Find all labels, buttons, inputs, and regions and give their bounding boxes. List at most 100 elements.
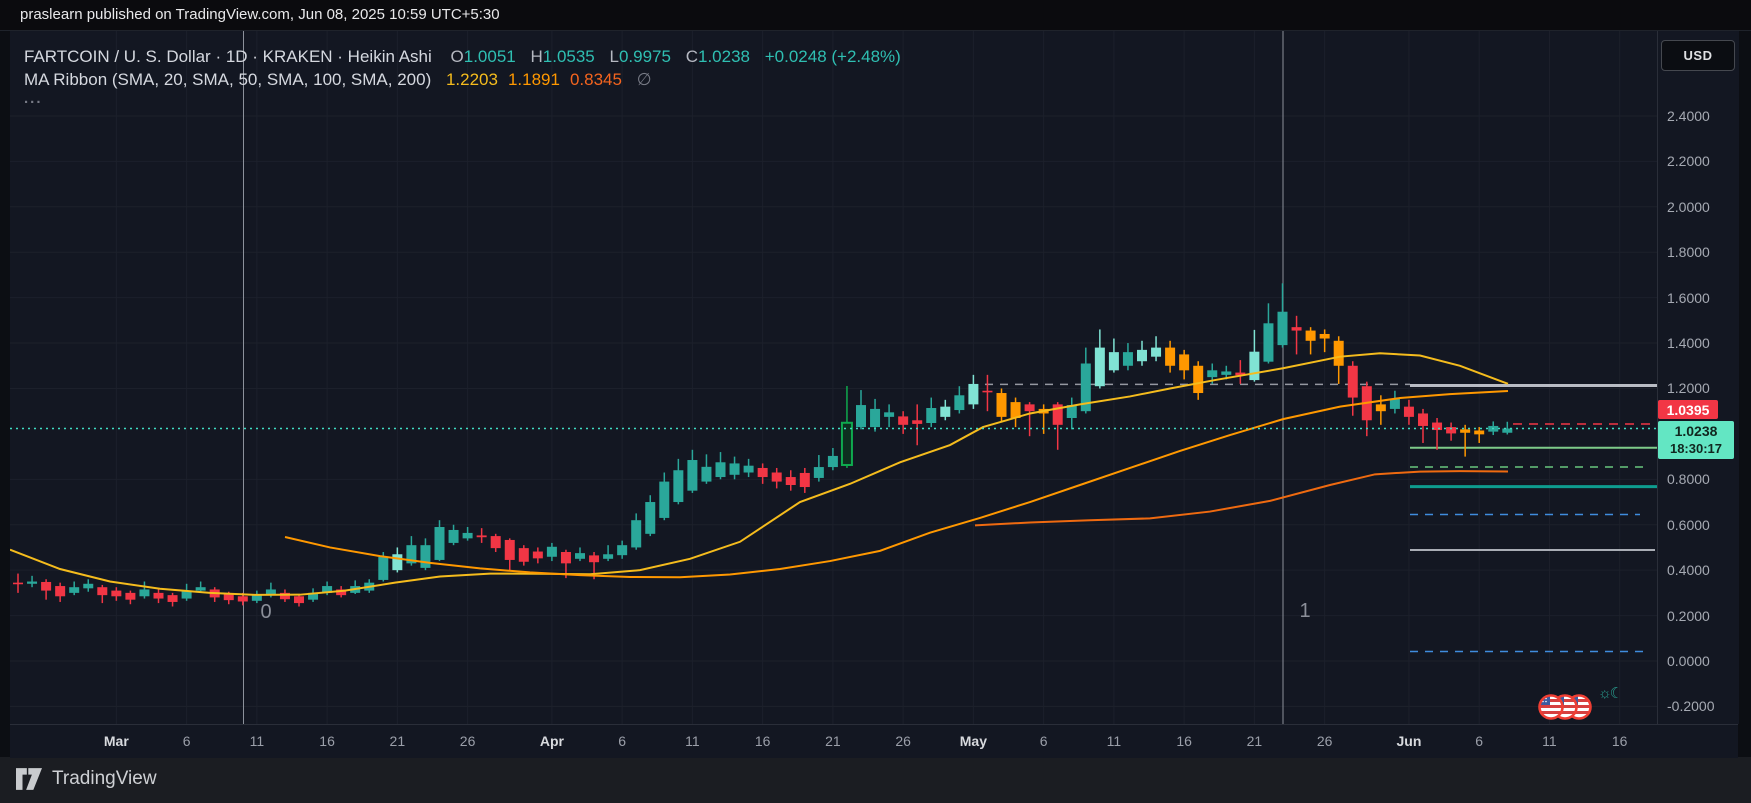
candle-body (814, 467, 824, 478)
candle-body (519, 548, 529, 562)
time-tick-6: 6 (183, 733, 191, 749)
candle-body (196, 587, 206, 590)
candle-body (1151, 348, 1161, 357)
candle-body (435, 527, 445, 560)
current-price-value: 1.0238 (1675, 422, 1718, 440)
candle-body (940, 407, 950, 417)
time-tick-16: 16 (1612, 733, 1628, 749)
alert-price-label[interactable]: 1.0395 (1658, 400, 1718, 419)
ohlc-high-label: H (530, 47, 542, 66)
time-axis[interactable]: Mar611162126Apr611162126May611162126Jun6… (10, 724, 1738, 758)
time-tick-21: 21 (825, 733, 841, 749)
candle-body (954, 395, 964, 410)
candle-body (968, 384, 978, 404)
candle-body (1165, 348, 1175, 366)
ohlc-high-value: 1.0535 (543, 47, 595, 66)
time-tick-16: 16 (1176, 733, 1192, 749)
candle-body (997, 393, 1007, 417)
candle-body (744, 466, 754, 473)
candle-body (575, 553, 585, 559)
time-tick-Jun: Jun (1396, 733, 1421, 749)
ma-ribbon-legend-row[interactable]: MA Ribbon (SMA, 20, SMA, 50, SMA, 100, S… (24, 70, 652, 90)
candle-body (505, 540, 515, 560)
candle-body (1334, 341, 1344, 366)
ma-ribbon-values: 1.22031.18910.8345 (436, 70, 622, 89)
candle-body (111, 591, 121, 597)
candle-body (463, 533, 473, 538)
candle-body (772, 473, 782, 482)
ohlc-low-value: 0.9975 (619, 47, 671, 66)
price-axis[interactable]: 2.40002.20002.00001.80001.60001.40001.20… (1657, 31, 1739, 724)
ohlc-change: +0.0248 (+2.48%) (765, 47, 901, 66)
ma-ribbon-value: 1.1891 (508, 70, 560, 89)
candle-body (547, 547, 557, 557)
candle-body (224, 594, 234, 600)
candle-body (1418, 413, 1428, 425)
candle-body (617, 545, 627, 555)
candle-body (786, 477, 796, 485)
ma-ribbon-label[interactable]: MA Ribbon (SMA, 20, SMA, 50, SMA, 100, S… (24, 70, 431, 89)
candle-body (139, 589, 149, 596)
tradingview-published-chart: praslearn published on TradingView.com, … (0, 0, 1751, 803)
candle-body (449, 530, 459, 543)
session-sun-moon-icon: ☼☾ (1598, 684, 1621, 702)
price-tick-0.0000: 0.0000 (1667, 653, 1710, 669)
symbol-title[interactable]: FARTCOIN / U. S. Dollar · 1D · KRAKEN · … (24, 47, 432, 66)
candle-body (758, 468, 768, 477)
time-tick-May: May (960, 733, 987, 749)
time-tick-26: 26 (460, 733, 476, 749)
candle-body (1404, 407, 1414, 417)
time-tick-16: 16 (319, 733, 335, 749)
ohlc-close-value: 1.0238 (698, 47, 750, 66)
candle-body (912, 420, 922, 424)
candle-body (1292, 327, 1302, 330)
fib-time-label-0[interactable]: 0 (260, 601, 271, 624)
candle-body (55, 586, 65, 596)
time-tick-6: 6 (1040, 733, 1048, 749)
candle-body (716, 462, 726, 477)
chart-canvas[interactable] (0, 0, 1751, 803)
candle-body (1095, 348, 1105, 387)
time-tick-11: 11 (1107, 733, 1122, 749)
fib-time-label-1[interactable]: 1 (1299, 600, 1310, 623)
currency-unit-label: USD (1684, 48, 1713, 63)
candle-body (154, 593, 164, 599)
candle-body (125, 593, 135, 600)
candle-body (168, 595, 178, 602)
ma-ribbon-value: 0.8345 (570, 70, 622, 89)
candle-body (83, 584, 93, 589)
candle-body (701, 467, 711, 482)
candle-body (1179, 354, 1189, 370)
currency-unit-button[interactable]: USD (1661, 40, 1735, 71)
ohlc-open-value: 1.0051 (464, 47, 516, 66)
market-flags-icon (1537, 693, 1593, 726)
price-tick-0.8000: 0.8000 (1667, 471, 1710, 487)
price-tick-1.6000: 1.6000 (1667, 290, 1710, 306)
candle-body (870, 409, 880, 427)
time-tick-11: 11 (250, 733, 265, 749)
candle-body (477, 535, 487, 537)
candle-body (97, 587, 107, 595)
candle-body (659, 482, 669, 518)
candle-body (238, 596, 248, 601)
candle-body (1306, 331, 1316, 341)
candle-body (1207, 370, 1217, 377)
candle-body (1460, 429, 1470, 432)
ellipsis-icon[interactable]: ... (24, 90, 43, 107)
time-tick-21: 21 (390, 733, 406, 749)
symbol-legend-row[interactable]: FARTCOIN / U. S. Dollar · 1D · KRAKEN · … (24, 47, 901, 67)
current-price-label[interactable]: 1.0238 18:30:17 (1658, 421, 1734, 459)
candle-body (1320, 334, 1330, 339)
candle-body (730, 463, 740, 474)
candle-body (1278, 312, 1288, 345)
candle-body (1137, 350, 1147, 361)
time-tick-26: 26 (1317, 733, 1333, 749)
price-tick-0.6000: 0.6000 (1667, 517, 1710, 533)
candle-body (856, 405, 866, 427)
ohlc-low-label: L (610, 47, 619, 66)
candle-body (603, 554, 613, 559)
time-tick-11: 11 (1542, 733, 1557, 749)
legend-more-button[interactable]: ... (24, 88, 43, 108)
price-tick-0.2000: 0.2000 (1667, 608, 1710, 624)
candle-body (561, 552, 571, 563)
